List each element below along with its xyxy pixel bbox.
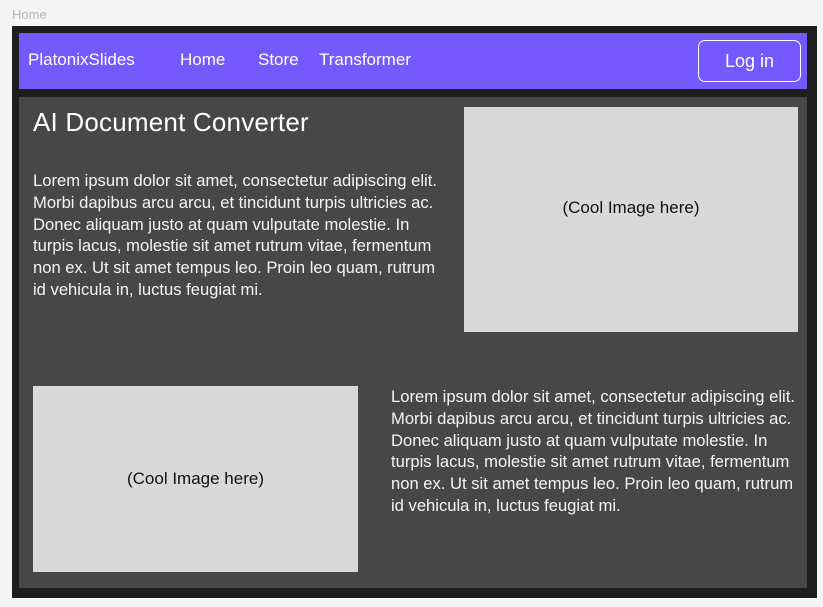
navbar: PlatonixSlides Home Store Transformer Lo…: [19, 33, 807, 89]
intro-paragraph: Lorem ipsum dolor sit amet, consectetur …: [33, 171, 437, 299]
nav-link-store[interactable]: Store: [258, 33, 299, 89]
image-placeholder-label: (Cool Image here): [562, 197, 700, 217]
main-content: AI Document Converter Lorem ipsum dolor …: [19, 97, 807, 588]
secondary-paragraph: Lorem ipsum dolor sit amet, consectetur …: [391, 387, 795, 515]
login-button[interactable]: Log in: [698, 40, 801, 82]
page-frame: PlatonixSlides Home Store Transformer Lo…: [12, 26, 817, 598]
page-title: AI Document Converter: [33, 107, 309, 137]
image-placeholder-top: (Cool Image here): [464, 107, 798, 332]
nav-link-transformer[interactable]: Transformer: [319, 33, 411, 89]
nav-link-home[interactable]: Home: [180, 33, 225, 89]
image-placeholder-label: (Cool Image here): [126, 469, 264, 488]
image-placeholder-bottom: (Cool Image here): [33, 386, 358, 572]
frame-label: Home: [12, 7, 47, 22]
brand-logo[interactable]: PlatonixSlides: [28, 33, 135, 89]
